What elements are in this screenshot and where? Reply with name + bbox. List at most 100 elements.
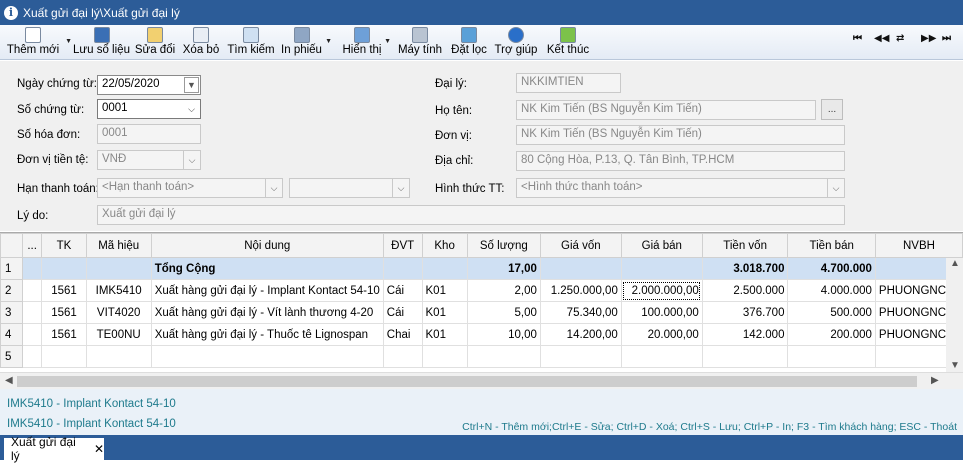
first-record-icon[interactable]: ⏮ <box>853 33 862 44</box>
table-cell[interactable]: K01 <box>421 301 468 324</box>
table-cell[interactable]: Xuất hàng gửi đại lý - Thuốc tê Lignospa… <box>150 323 384 346</box>
table-cell[interactable]: Xuất hàng gửi đại lý - Implant Kontact 5… <box>150 279 384 302</box>
dropdown-arrow-icon[interactable]: ▼ <box>65 38 72 45</box>
table-cell[interactable]: 4.700.000 <box>787 257 876 280</box>
table-cell[interactable]: 376.700 <box>701 301 789 324</box>
table-cell[interactable]: 1561 <box>41 301 87 324</box>
table-cell[interactable]: IMK5410 <box>85 279 152 302</box>
hien-thi-button[interactable]: Hiển thị ▼ <box>343 26 391 59</box>
table-cell[interactable]: 5 <box>0 345 23 368</box>
table-cell[interactable]: Cái <box>382 301 423 324</box>
calendar-dropdown-icon[interactable]: ▼ <box>184 77 199 93</box>
due-date-select[interactable]: <Hạn thanh toán> ⌵ <box>97 178 283 198</box>
table-cell[interactable]: 100.000,00 <box>620 301 703 324</box>
table-cell[interactable]: 1.250.000,00 <box>539 279 622 302</box>
scroll-up-icon[interactable]: ▲ <box>950 258 960 269</box>
table-cell[interactable] <box>85 345 152 368</box>
table-row[interactable]: 1 Tổng Cộng 17,00 3.018.700 4.700.000 <box>0 257 963 280</box>
refresh-icon[interactable]: ⇄ <box>896 33 904 44</box>
table-cell[interactable]: Tổng Cộng <box>150 257 384 280</box>
table-cell[interactable]: 75.340,00 <box>539 301 622 324</box>
column-header[interactable]: Mã hiệu <box>85 233 152 258</box>
table-cell[interactable]: 2.000.000,00 <box>620 279 703 302</box>
table-row[interactable]: 3 1561 VIT4020 Xuất hàng gửi đại lý - Vít l… <box>0 301 963 324</box>
agent-field[interactable]: NKKIMTIEN <box>516 73 621 93</box>
chevron-down-icon[interactable]: ⌵ <box>183 151 200 169</box>
them-moi-button[interactable]: Thêm mới ▼ <box>4 26 72 59</box>
previous-record-icon[interactable]: ◀◀ <box>874 33 889 44</box>
table-cell[interactable] <box>421 257 468 280</box>
column-header[interactable]: Kho <box>421 233 468 258</box>
table-cell[interactable]: TE00NU <box>85 323 152 346</box>
dropdown-arrow-icon[interactable]: ▼ <box>384 38 391 45</box>
table-row[interactable]: 4 1561 TE00NU Xuất hàng gửi đại lý - Thuốc … <box>0 323 963 346</box>
column-header[interactable]: Tiền vốn <box>701 233 789 258</box>
column-header[interactable]: ĐVT <box>382 233 423 258</box>
table-cell[interactable]: 14.200,00 <box>539 323 622 346</box>
column-header[interactable] <box>0 233 23 258</box>
table-cell[interactable]: 2.500.000 <box>701 279 789 302</box>
table-cell[interactable] <box>539 257 622 280</box>
table-cell[interactable] <box>539 345 622 368</box>
ket-thuc-button[interactable]: Kết thúc <box>546 26 590 59</box>
table-cell[interactable]: Chai <box>382 323 423 346</box>
table-cell[interactable]: 4.000.000 <box>787 279 876 302</box>
column-header[interactable]: NVBH <box>874 233 963 258</box>
chevron-down-icon[interactable]: ⌵ <box>392 179 409 197</box>
invoice-number-field[interactable]: 0001 <box>97 124 201 144</box>
close-icon[interactable]: ✕ <box>94 442 104 456</box>
table-cell[interactable]: 500.000 <box>787 301 876 324</box>
next-record-icon[interactable]: ▶▶ <box>921 33 936 44</box>
table-cell[interactable] <box>21 257 43 280</box>
sua-doi-button[interactable]: Sửa đổi <box>135 26 175 59</box>
column-header[interactable]: Nội dung <box>150 233 384 258</box>
column-header[interactable]: ... <box>21 233 43 258</box>
horizontal-scrollbar[interactable]: ◀ ▶ <box>0 372 963 389</box>
in-phieu-button[interactable]: In phiếu ▼ <box>281 26 332 59</box>
table-cell[interactable]: 3.018.700 <box>701 257 789 280</box>
scroll-down-icon[interactable]: ▼ <box>950 360 960 371</box>
table-cell[interactable]: 1 <box>0 257 23 280</box>
table-cell[interactable]: 3 <box>0 301 23 324</box>
table-cell[interactable] <box>620 257 703 280</box>
table-cell[interactable]: 20.000,00 <box>620 323 703 346</box>
column-header[interactable]: Giá vốn <box>539 233 622 258</box>
tim-kiem-button[interactable]: Tìm kiếm <box>227 26 275 59</box>
voucher-number-field[interactable]: 0001 ⌵ <box>97 99 201 119</box>
scroll-left-icon[interactable]: ◀ <box>5 375 13 386</box>
table-row[interactable]: 2 1561 IMK5410 Xuất hàng gửi đại lý - Impla… <box>0 279 963 302</box>
table-cell[interactable] <box>701 345 789 368</box>
column-header[interactable]: Tiền bán <box>787 233 876 258</box>
table-cell[interactable] <box>21 301 43 324</box>
table-cell[interactable] <box>382 345 423 368</box>
table-cell[interactable] <box>21 323 43 346</box>
dropdown-arrow-icon[interactable]: ▼ <box>325 38 332 45</box>
tro-giup-button[interactable]: Trợ giúp <box>495 26 537 59</box>
table-cell[interactable]: 142.000 <box>701 323 789 346</box>
table-row[interactable]: 5 <box>0 345 963 368</box>
table-cell[interactable]: VIT4020 <box>85 301 152 324</box>
dat-loc-button[interactable]: Đặt lọc <box>450 26 488 59</box>
table-cell[interactable] <box>466 345 541 368</box>
table-cell[interactable] <box>150 345 384 368</box>
table-cell[interactable]: 5,00 <box>466 301 541 324</box>
table-cell[interactable] <box>421 345 468 368</box>
payment-method-select[interactable]: <Hình thức thanh toán> ⌵ <box>516 178 845 198</box>
scrollbar-thumb[interactable] <box>17 376 917 387</box>
table-cell[interactable] <box>620 345 703 368</box>
table-cell[interactable] <box>41 345 87 368</box>
full-name-field[interactable]: NK Kim Tiến (BS Nguyễn Kim Tiến) <box>516 100 816 120</box>
chevron-down-icon[interactable]: ⌵ <box>265 179 282 197</box>
table-cell[interactable]: 2 <box>0 279 23 302</box>
unit-field[interactable]: NK Kim Tiến (BS Nguyễn Kim Tiến) <box>516 125 845 145</box>
table-cell[interactable]: 4 <box>0 323 23 346</box>
column-header[interactable]: Số lượng <box>466 233 541 258</box>
last-record-icon[interactable]: ⏭ <box>942 33 951 44</box>
table-cell[interactable]: Xuất hàng gửi đại lý - Vít lành thương 4… <box>150 301 384 324</box>
column-header[interactable]: TK <box>41 233 87 258</box>
chevron-down-icon[interactable]: ⌵ <box>183 100 200 118</box>
scroll-right-icon[interactable]: ▶ <box>931 375 939 386</box>
date-field[interactable]: 22/05/2020 ▼ <box>97 75 201 95</box>
column-header[interactable]: Giá bán <box>620 233 703 258</box>
table-cell[interactable] <box>41 257 87 280</box>
